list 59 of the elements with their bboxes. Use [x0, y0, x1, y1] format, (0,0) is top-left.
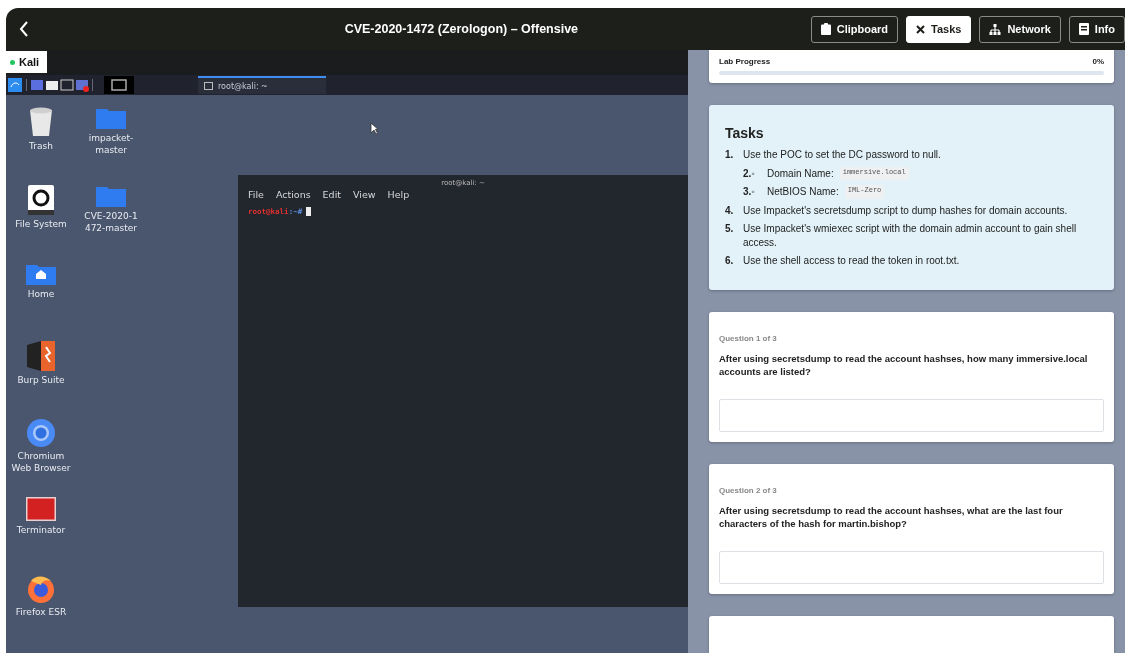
menu-item[interactable]: View	[353, 189, 376, 200]
book-icon	[1078, 23, 1089, 35]
workspace-icon[interactable]	[104, 76, 134, 94]
trash-icon[interactable]	[28, 107, 54, 137]
step-number: 2.◦	[743, 166, 756, 180]
toolbar-tab[interactable]: Network	[979, 15, 1061, 43]
step-number: 3.◦	[743, 185, 756, 199]
answer-field[interactable]	[719, 550, 1104, 584]
back-icon[interactable]	[19, 21, 29, 37]
question-number: Question 1 of 3	[719, 333, 778, 343]
step-number: 4.	[725, 203, 735, 217]
icon-label[interactable]: CVE-2020-1 472-master	[84, 211, 138, 235]
question-text: After using secretsdump to read the account hashses, how many immersive.local accounts are listed?	[719, 351, 1089, 380]
browser-icon[interactable]	[27, 575, 55, 603]
network-icon	[989, 23, 1002, 35]
clipboard-icon	[820, 23, 831, 35]
app-icon[interactable]	[27, 341, 55, 371]
menu-item[interactable]: Actions	[275, 189, 311, 200]
icon-label[interactable]: Firefox ESR	[15, 607, 67, 619]
window-title: CVE-2020-1472 (Zerologon) – Offensive	[343, 22, 580, 36]
task-text: Use Impacket's secretsdump script to dump hashes for domain accounts.	[743, 203, 1068, 217]
icon-label[interactable]: Trash	[29, 141, 53, 153]
answer-field[interactable]	[719, 398, 1104, 432]
progress-reading: 0%	[1092, 57, 1104, 66]
menu-item[interactable]: Edit	[322, 189, 341, 200]
icon-label[interactable]: Chromium Web Browser	[11, 451, 71, 475]
close-icon	[916, 24, 926, 34]
step-number: 1.	[725, 148, 735, 162]
window-tab[interactable]: root@kali: ~	[198, 76, 326, 94]
question-text: After using secretsdump to read the account hashses, what are the last four characters of the hash for martin.bishop?	[719, 503, 1064, 532]
task-text: NetBIOS Name:	[767, 185, 839, 199]
menu-item[interactable]: Help	[387, 189, 410, 200]
menu-item[interactable]: File	[248, 189, 264, 200]
tasks-heading: Tasks	[725, 125, 765, 141]
task-text: Use Impacket's wmiexec script with the domain admin account to gain shell access.	[743, 222, 1078, 249]
terminal-icon	[204, 82, 213, 90]
toolbar-tab[interactable]: Info	[1068, 15, 1125, 43]
icon-label[interactable]: Home	[27, 289, 55, 301]
progress-label: Lab Progress	[719, 57, 771, 66]
toolbar-tab[interactable]: Tasks	[906, 15, 972, 43]
step-number: 6.	[725, 254, 735, 268]
toolbar-tab[interactable]: Clipboard	[810, 15, 899, 43]
app-menu-icon[interactable]	[8, 78, 22, 92]
icon-label[interactable]: Terminator	[16, 525, 66, 537]
browser-icon[interactable]	[27, 419, 55, 447]
icon-label[interactable]: Burp Suite	[17, 375, 65, 387]
vm-tab[interactable]: Kali	[6, 51, 48, 73]
task-text: Domain Name:	[767, 166, 834, 180]
icon-label[interactable]: File System	[15, 219, 67, 231]
step-number: 5.	[725, 222, 735, 236]
terminal-icon[interactable]	[26, 497, 56, 521]
mouse-pointer-icon	[370, 122, 379, 135]
icon-label[interactable]: impacket- master	[88, 133, 134, 157]
home-folder-icon[interactable]	[26, 263, 56, 285]
question-number: Question 2 of 3	[719, 485, 778, 495]
drive-icon[interactable]	[28, 185, 54, 215]
text-cursor	[306, 207, 312, 216]
task-text: Use the POC to set the DC password to null.	[743, 148, 941, 162]
task-text: Use the shell access to read the token in root.txt.	[743, 254, 960, 268]
